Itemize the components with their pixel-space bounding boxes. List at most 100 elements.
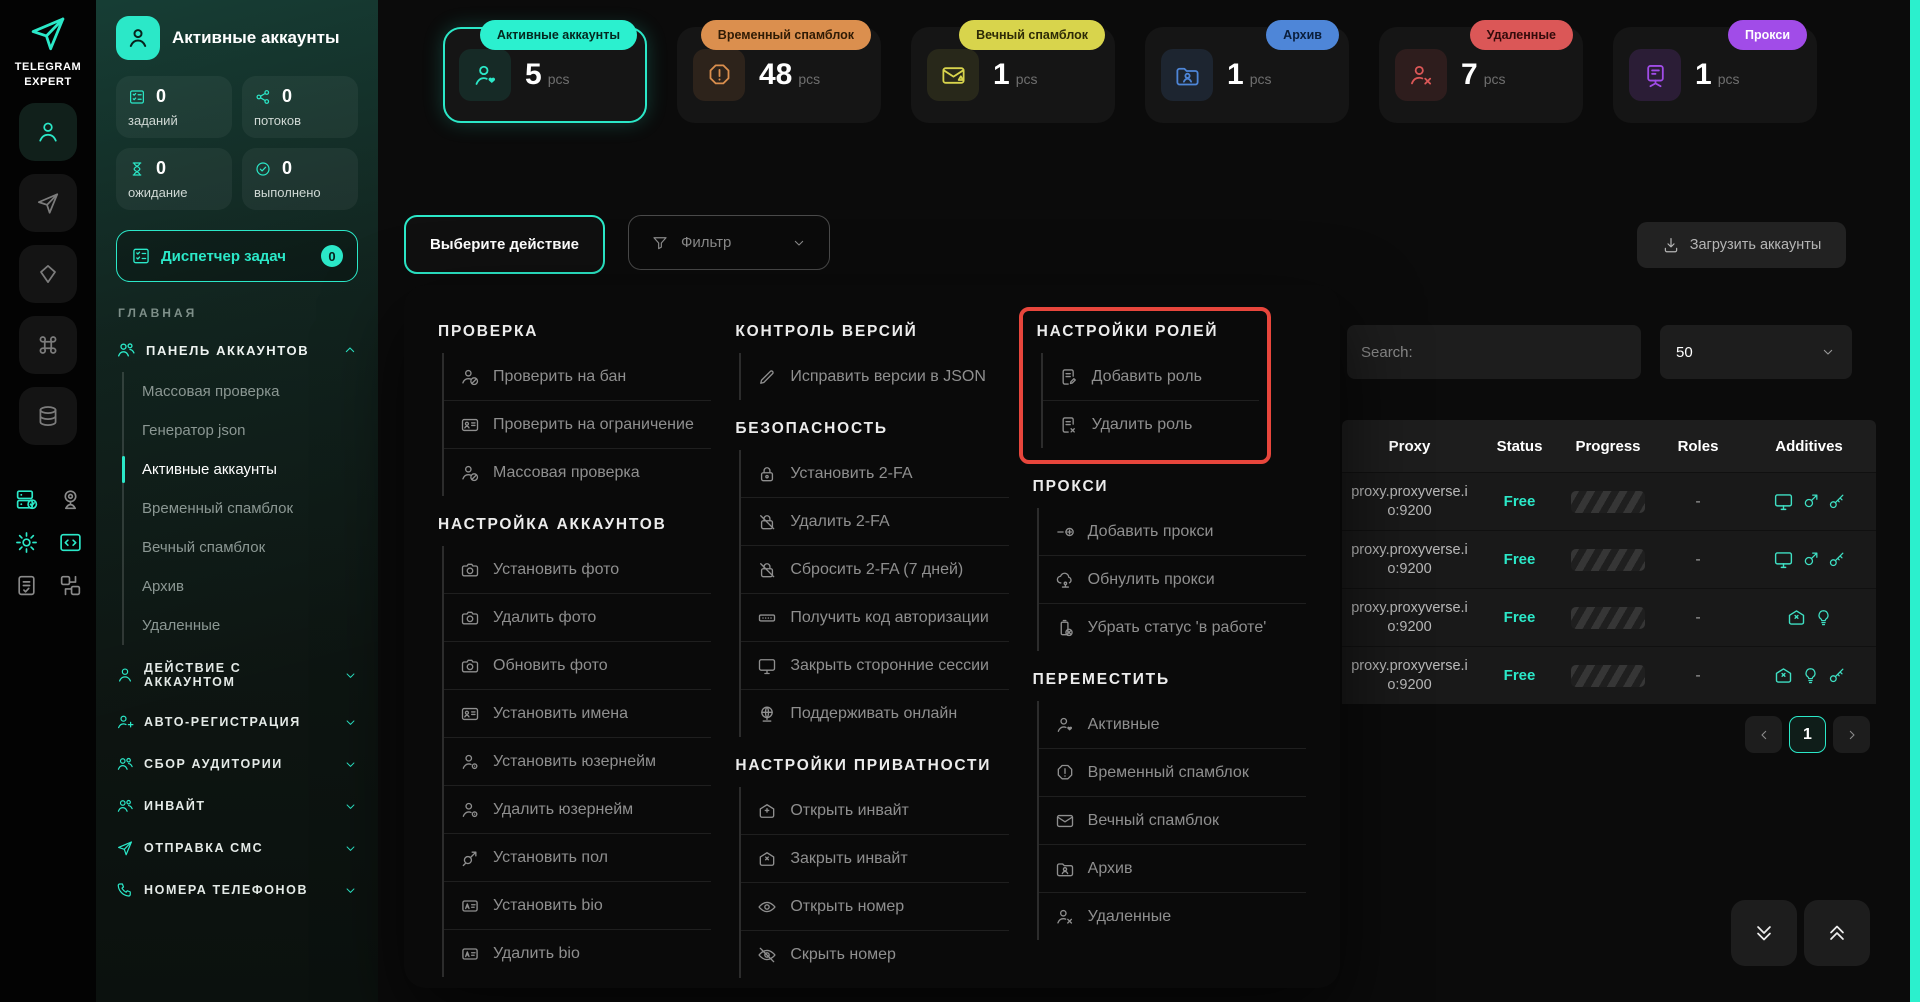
webcam-button[interactable]: [56, 487, 84, 512]
sidebar-item-invite[interactable]: ИНВАЙТ: [116, 785, 358, 827]
table-search[interactable]: Search:: [1347, 325, 1641, 379]
menu-item-move-perm-spamblock[interactable]: Вечный спамблок: [1039, 797, 1306, 845]
card-perm-spamblock[interactable]: Вечный спамблок 1pcs: [911, 27, 1115, 123]
rail-database-button[interactable]: [19, 387, 77, 445]
menu-item-update-photo[interactable]: Обновить фото: [444, 642, 711, 690]
male-icon[interactable]: [1801, 492, 1820, 511]
menu-item-close-invite[interactable]: Закрыть инвайт: [741, 835, 1008, 883]
table-row[interactable]: proxy.proxyverse.io:9200 Free -: [1342, 530, 1876, 588]
monitor-icon[interactable]: [1773, 491, 1794, 512]
menu-item-delete-photo[interactable]: Удалить фото: [444, 594, 711, 642]
sidebar-item-phone-numbers[interactable]: НОМЕРА ТЕЛЕФОНОВ: [116, 869, 358, 911]
select-action-button[interactable]: Выберите действие: [404, 215, 605, 274]
menu-item-get-auth-code[interactable]: Получить код авторизации: [741, 594, 1008, 642]
menu-item-delete-username[interactable]: Удалить юзернейм: [444, 786, 711, 834]
card-value: 1: [1227, 58, 1244, 91]
menu-item-open-number[interactable]: Открыть номер: [741, 883, 1008, 931]
bulb-icon[interactable]: [1814, 608, 1833, 627]
table-row[interactable]: proxy.proxyverse.io:9200 Free -: [1342, 646, 1876, 704]
rail-send-button[interactable]: [19, 174, 77, 232]
menu-item-add-role[interactable]: Добавить роль: [1043, 353, 1259, 401]
page-size-select[interactable]: 50: [1660, 325, 1852, 379]
prev-page-button[interactable]: [1745, 716, 1782, 753]
menu-item-move-deleted[interactable]: Удаленные: [1039, 893, 1306, 940]
next-page-button[interactable]: [1833, 716, 1870, 753]
sidebar-item-mass-check[interactable]: Массовая проверка: [124, 372, 358, 411]
menu-item-add-proxy[interactable]: Добавить прокси: [1039, 508, 1306, 556]
rail-command-button[interactable]: [19, 316, 77, 374]
sidebar-item-deleted[interactable]: Удаленные: [124, 606, 358, 645]
card-active-accounts[interactable]: Активные аккаунты 5pcs: [443, 27, 647, 123]
sidebar-item-audience-collection[interactable]: СБОР АУДИТОРИИ: [116, 743, 358, 785]
document-check-button[interactable]: [12, 573, 40, 598]
menu-item-delete-bio[interactable]: Удалить bio: [444, 930, 711, 977]
menu-item-hide-number[interactable]: Скрыть номер: [741, 931, 1008, 978]
menu-item-reset-proxy[interactable]: Обнулить прокси: [1039, 556, 1306, 604]
menu-item-set-username[interactable]: Установить юзернейм: [444, 738, 711, 786]
menu-item-check-restriction[interactable]: Проверить на ограничение: [444, 401, 711, 449]
mail-x-icon[interactable]: [1773, 665, 1794, 686]
col-header-progress[interactable]: Progress: [1562, 438, 1654, 455]
menu-item-set-2fa[interactable]: Установить 2-FA: [741, 450, 1008, 498]
search-input[interactable]: [1421, 343, 1627, 362]
male-icon[interactable]: [1801, 550, 1820, 569]
col-header-roles[interactable]: Roles: [1654, 438, 1742, 455]
table-row[interactable]: proxy.proxyverse.io:9200 Free -: [1342, 472, 1876, 530]
menu-item-move-archive[interactable]: Архив: [1039, 845, 1306, 893]
card-proxy[interactable]: Прокси 1pcs: [1613, 27, 1817, 123]
mail-x-icon[interactable]: [1786, 607, 1807, 628]
table-row[interactable]: proxy.proxyverse.io:9200 Free -: [1342, 588, 1876, 646]
menu-item-set-bio[interactable]: Установить bio: [444, 882, 711, 930]
menu-item-set-names[interactable]: Установить имена: [444, 690, 711, 738]
sidebar-item-perm-spamblock[interactable]: Вечный спамблок: [124, 528, 358, 567]
menu-item-reset-2fa[interactable]: Сбросить 2-FA (7 дней): [741, 546, 1008, 594]
scrollbar[interactable]: [1910, 0, 1920, 1002]
sidebar-item-json-generator[interactable]: Генератор json: [124, 411, 358, 450]
key-icon[interactable]: [1827, 550, 1846, 569]
sidebar-item-archive[interactable]: Архив: [124, 567, 358, 606]
menu-item-close-sessions[interactable]: Закрыть сторонние сессии: [741, 642, 1008, 690]
menu-item-open-invite[interactable]: Открыть инвайт: [741, 787, 1008, 835]
card-temp-spamblock[interactable]: Временный спамблок 48pcs: [677, 27, 881, 123]
code-window-button[interactable]: [56, 530, 84, 555]
server-check-button[interactable]: [12, 487, 40, 512]
menu-item-mass-check[interactable]: Массовая проверка: [444, 449, 711, 496]
key-icon[interactable]: [1827, 492, 1846, 511]
menu-item-check-ban[interactable]: Проверить на бан: [444, 353, 711, 401]
menu-item-move-active[interactable]: Активные: [1039, 701, 1306, 749]
sidebar-item-auto-registration[interactable]: АВТО-РЕГИСТРАЦИЯ: [116, 701, 358, 743]
scroll-to-top-button[interactable]: [1804, 900, 1870, 966]
menu-item-delete-role[interactable]: Удалить роль: [1043, 401, 1259, 448]
settings-button[interactable]: [12, 530, 40, 555]
menu-item-keep-online[interactable]: Поддерживать онлайн: [741, 690, 1008, 737]
rail-accounts-button[interactable]: [19, 103, 77, 161]
task-manager-button[interactable]: Диспетчер задач 0: [116, 230, 358, 282]
current-page[interactable]: 1: [1789, 716, 1826, 753]
sidebar-item-accounts-panel[interactable]: ПАНЕЛЬ АККАУНТОВ: [116, 340, 358, 360]
scroll-to-bottom-button[interactable]: [1731, 900, 1797, 966]
monitor-icon[interactable]: [1773, 549, 1794, 570]
col-header-additives[interactable]: Additives: [1742, 438, 1876, 455]
key-icon[interactable]: [1827, 666, 1846, 685]
sidebar-item-sms-sending[interactable]: ОТПРАВКА СМС: [116, 827, 358, 869]
sidebar-item-account-actions[interactable]: ДЕЙСТВИЕ С АККАУНТОМ: [116, 649, 358, 701]
col-header-status[interactable]: Status: [1477, 438, 1562, 455]
card-deleted[interactable]: Удаленные 7pcs: [1379, 27, 1583, 123]
nav-home-label[interactable]: ГЛАВНАЯ: [118, 306, 356, 320]
menu-item-remove-working-status[interactable]: Убрать статус 'в работе': [1039, 604, 1306, 651]
menu-item-move-temp-spamblock[interactable]: Временный спамблок: [1039, 749, 1306, 797]
bulb-icon[interactable]: [1801, 666, 1820, 685]
sidebar-item-temp-spamblock[interactable]: Временный спамблок: [124, 489, 358, 528]
filter-button[interactable]: Фильтр: [628, 215, 830, 270]
upload-accounts-button[interactable]: Загрузить аккаунты: [1637, 222, 1846, 268]
swap-button[interactable]: [56, 573, 84, 598]
rail-premium-button[interactable]: [19, 245, 77, 303]
chevrons-up-icon: [1824, 920, 1850, 946]
menu-item-set-gender[interactable]: Установить пол: [444, 834, 711, 882]
menu-item-delete-2fa[interactable]: Удалить 2-FA: [741, 498, 1008, 546]
menu-item-fix-json-versions[interactable]: Исправить версии в JSON: [741, 353, 1008, 400]
sidebar-item-active-accounts[interactable]: Активные аккаунты: [124, 450, 358, 489]
card-archive[interactable]: Архив 1pcs: [1145, 27, 1349, 123]
menu-item-set-photo[interactable]: Установить фото: [444, 546, 711, 594]
col-header-proxy[interactable]: Proxy: [1342, 438, 1477, 455]
